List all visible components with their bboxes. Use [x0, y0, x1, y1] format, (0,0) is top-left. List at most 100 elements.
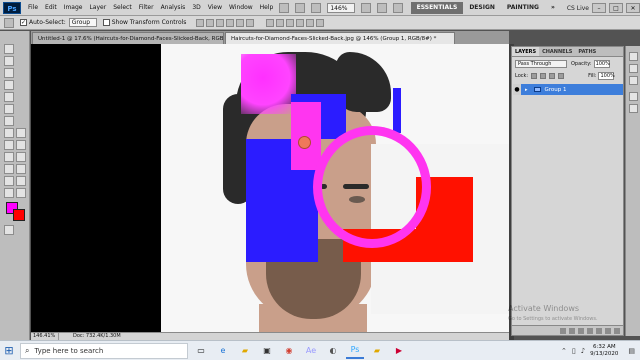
app-icon[interactable]: ◐ [324, 343, 342, 359]
shape-tool-icon[interactable] [16, 164, 26, 174]
delete-layer-icon[interactable] [614, 327, 620, 334]
align-right-icon[interactable] [246, 18, 255, 27]
crop-tool-icon[interactable] [4, 92, 14, 102]
show-hidden-icons-icon[interactable]: ⌃ [561, 347, 567, 355]
tab-layers[interactable]: LAYERS [512, 47, 540, 56]
quick-mask-icon[interactable] [4, 225, 14, 235]
opacity-input[interactable]: 100% [593, 60, 610, 68]
maximize-button[interactable]: □ [609, 3, 623, 13]
new-layer-icon[interactable] [605, 327, 611, 334]
add-mask-icon[interactable] [578, 327, 584, 334]
swatches-panel-icon[interactable] [629, 64, 638, 73]
screen-mode-icon[interactable] [393, 2, 404, 13]
task-view-icon[interactable]: ▭ [192, 343, 210, 359]
menu-analysis[interactable]: Analysis [161, 4, 186, 11]
align-middle-icon[interactable] [206, 18, 215, 27]
after-effects-icon[interactable]: Ae [302, 343, 320, 359]
zoom-tool-icon[interactable] [16, 188, 26, 198]
clone-stamp-tool-icon[interactable] [16, 128, 26, 138]
menu-view[interactable]: View [208, 4, 222, 11]
eye-icon[interactable]: ● [513, 84, 521, 95]
align-bottom-icon[interactable] [216, 18, 225, 27]
store-icon[interactable]: ▣ [258, 343, 276, 359]
edge-browser-icon[interactable]: e [214, 343, 232, 359]
align-center-icon[interactable] [236, 18, 245, 27]
auto-select-checkbox[interactable]: ✓ [20, 19, 27, 26]
hand-icon[interactable] [361, 2, 372, 13]
notifications-icon[interactable]: ▤ [628, 347, 635, 355]
network-icon[interactable]: ▯ [572, 347, 576, 355]
tab-paths[interactable]: PATHS [575, 47, 599, 56]
3d-rotate-tool-icon[interactable] [4, 176, 14, 186]
lock-all-icon[interactable] [558, 73, 565, 79]
healing-brush-tool-icon[interactable] [4, 116, 14, 126]
quick-select-tool-icon[interactable] [4, 80, 14, 90]
layer-row-group-1[interactable]: ● ▸ Group 1 [513, 84, 623, 95]
windows-start-icon[interactable]: ⊞ [0, 341, 18, 360]
minimize-button[interactable]: – [592, 3, 606, 13]
taskbar-search-box[interactable]: ⌕ Type here to search [20, 342, 188, 359]
distribute-right-icon[interactable] [316, 18, 325, 27]
distribute-top-icon[interactable] [266, 18, 275, 27]
arrange-documents-icon[interactable] [377, 2, 388, 13]
menu-layer[interactable]: Layer [89, 4, 106, 11]
photoshop-taskbar-icon[interactable]: Ps [346, 343, 364, 359]
video-app-icon[interactable]: ▶ [390, 343, 408, 359]
align-left-icon[interactable] [226, 18, 235, 27]
photo-canvas[interactable] [161, 44, 509, 332]
blend-mode-select[interactable]: Pass Through [515, 60, 567, 68]
fill-input[interactable]: 100% [598, 72, 615, 80]
lock-transparency-icon[interactable] [531, 73, 538, 79]
link-layers-icon[interactable] [560, 327, 566, 334]
styles-panel-icon[interactable] [629, 76, 638, 85]
eraser-tool-icon[interactable] [4, 140, 14, 150]
distribute-middle-icon[interactable] [276, 18, 285, 27]
cs-live-button[interactable]: CS Live [567, 5, 589, 12]
magenta-ring[interactable] [313, 126, 431, 248]
workspace-painting[interactable]: PAINTING [501, 2, 545, 14]
brush-tool-icon[interactable] [4, 128, 14, 138]
lock-pixels-icon[interactable] [540, 73, 547, 79]
close-button[interactable]: ✕ [626, 3, 640, 13]
tab-channels[interactable]: CHANNELS [539, 47, 575, 56]
color-panel-icon[interactable] [629, 52, 638, 61]
mini-bridge-icon[interactable] [295, 2, 306, 13]
menu-file[interactable]: File [28, 4, 38, 11]
workspace-essentials[interactable]: ESSENTIALS [410, 2, 464, 14]
menu-edit[interactable]: Edit [45, 4, 57, 11]
canvas-area[interactable] [31, 44, 509, 332]
auto-select-dropdown[interactable]: Group [68, 18, 97, 27]
masks-panel-icon[interactable] [629, 104, 638, 113]
menu-filter[interactable]: Filter [139, 4, 154, 11]
distribute-bottom-icon[interactable] [286, 18, 295, 27]
menu-window[interactable]: Window [229, 4, 253, 11]
adjustment-layer-icon[interactable] [587, 327, 593, 334]
folder-taskbar-icon[interactable]: ▰ [368, 343, 386, 359]
expand-triangle-icon[interactable]: ▸ [525, 87, 528, 93]
more-workspaces-button[interactable]: » [545, 2, 561, 14]
magenta-glow-shape[interactable] [241, 54, 296, 114]
blue-bar-right[interactable] [393, 88, 401, 133]
eyedropper-tool-icon[interactable] [4, 104, 14, 114]
taskbar-clock[interactable]: 6:32 AM 9/13/2020 [590, 344, 618, 358]
marquee-tool-icon[interactable] [4, 56, 14, 66]
view-extras-icon[interactable] [311, 2, 322, 13]
menu-select[interactable]: Select [113, 4, 132, 11]
layer-style-icon[interactable] [569, 327, 575, 334]
chrome-icon[interactable]: ◉ [280, 343, 298, 359]
distribute-left-icon[interactable] [296, 18, 305, 27]
zoom-status[interactable]: 146.41% [31, 333, 59, 340]
align-top-icon[interactable] [196, 18, 205, 27]
move-tool-icon[interactable] [4, 17, 14, 28]
file-explorer-icon[interactable]: ▰ [236, 343, 254, 359]
zoom-level-select[interactable]: 146% [327, 2, 356, 13]
volume-icon[interactable]: ♪ [581, 347, 585, 355]
lock-position-icon[interactable] [549, 73, 556, 79]
menu-help[interactable]: Help [260, 4, 274, 11]
path-select-tool-icon[interactable] [4, 164, 14, 174]
3d-orbit-tool-icon[interactable] [16, 176, 26, 186]
type-tool-icon[interactable] [16, 152, 26, 162]
tab-untitled-1[interactable]: Untitled-1 @ 17.6% (Haircuts-for-Diamond… [32, 32, 224, 44]
move-tool-icon[interactable] [4, 44, 14, 54]
tab-haircuts-photo[interactable]: Haircuts-for-Diamond-Faces-Slicked-Back.… [225, 32, 455, 44]
